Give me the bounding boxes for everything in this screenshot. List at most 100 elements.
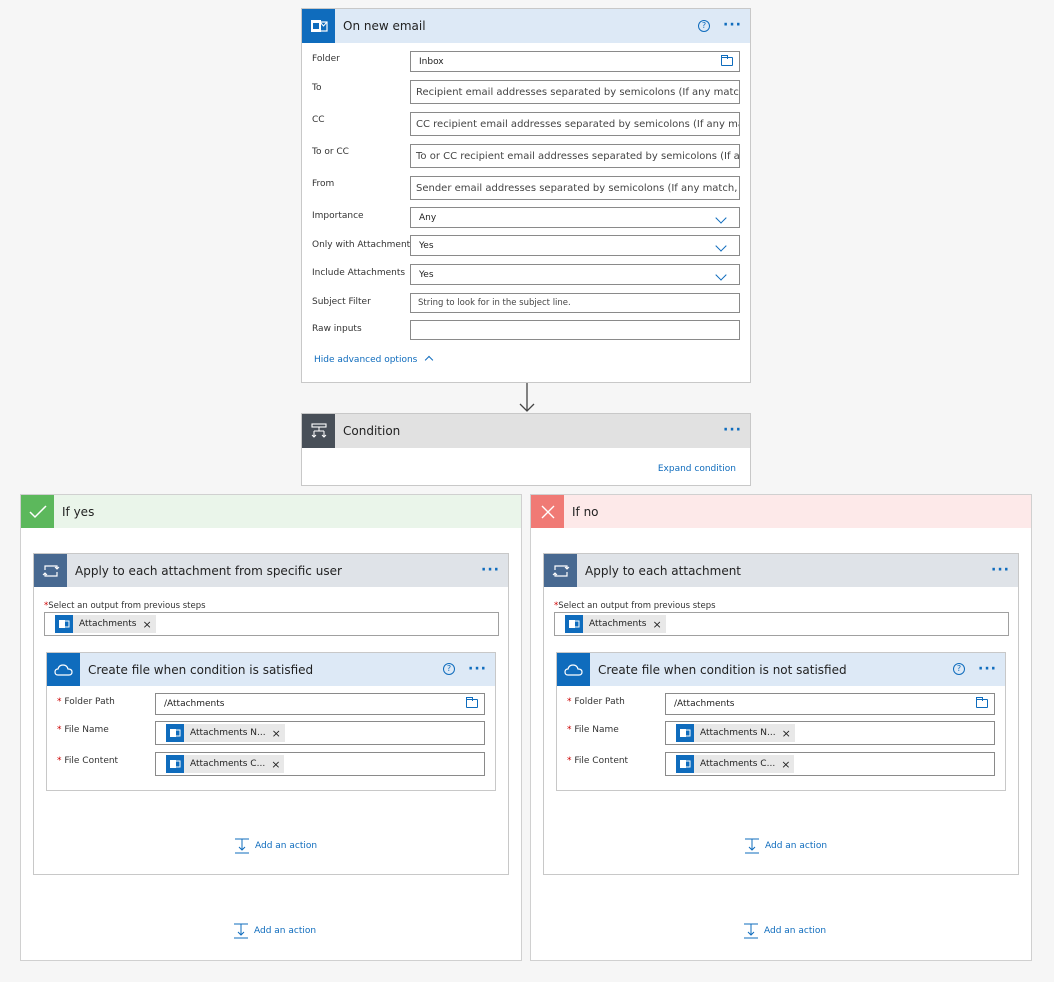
- folder-picker-icon[interactable]: [721, 55, 733, 66]
- file-name-text: File Name: [574, 725, 619, 735]
- only-attachments-value: Yes: [419, 240, 434, 251]
- only-attachments-label: Only with Attachments: [312, 240, 415, 250]
- more-options-icon[interactable]: ···: [991, 562, 1010, 578]
- no-branch-title: If no: [572, 504, 599, 519]
- remove-token-icon[interactable]: ×: [271, 758, 280, 771]
- only-attachments-dropdown[interactable]: Yes: [410, 235, 740, 256]
- raw-inputs-field[interactable]: [410, 320, 740, 340]
- yes-create-file-header[interactable]: Create file when condition is satisfied …: [47, 653, 495, 686]
- select-output-field[interactable]: Attachments ×: [44, 612, 499, 636]
- more-options-icon[interactable]: ···: [468, 661, 487, 677]
- outlook-icon: [166, 755, 184, 773]
- no-loop-title: Apply to each attachment: [585, 563, 742, 578]
- yes-create-file-title: Create file when condition is satisfied: [88, 662, 314, 677]
- folder-path-label: * Folder Path: [567, 697, 625, 707]
- remove-token-icon[interactable]: ×: [142, 618, 151, 631]
- folder-path-field[interactable]: /Attachments: [665, 693, 995, 715]
- folder-picker-icon[interactable]: [466, 697, 478, 708]
- loop-icon: [34, 554, 67, 587]
- folder-picker-icon[interactable]: [976, 697, 988, 708]
- file-name-label: * File Name: [567, 725, 619, 735]
- chevron-down-icon: [715, 240, 727, 252]
- trigger-header[interactable]: On new email ? ···: [302, 9, 750, 43]
- no-loop-header[interactable]: Apply to each attachment ···: [544, 554, 1018, 587]
- to-field[interactable]: Recipient email addresses separated by s…: [410, 80, 740, 104]
- cc-label: CC: [312, 115, 325, 125]
- attachments-token[interactable]: Attachments ×: [55, 615, 156, 633]
- add-action-label: Add an action: [765, 841, 828, 851]
- add-action-button[interactable]: Add an action: [743, 923, 826, 939]
- yes-loop-title: Apply to each attachment from specific u…: [75, 563, 342, 578]
- yes-loop-header[interactable]: Apply to each attachment from specific u…: [34, 554, 508, 587]
- from-field[interactable]: Sender email addresses separated by semi…: [410, 176, 740, 200]
- include-attachments-label: Include Attachments: [312, 268, 406, 278]
- yes-branch: If yes Apply to each attachment from spe…: [20, 494, 522, 961]
- include-attachments-dropdown[interactable]: Yes: [410, 264, 740, 285]
- add-action-button[interactable]: Add an action: [744, 838, 827, 854]
- file-content-token[interactable]: Attachments C... ×: [166, 755, 285, 773]
- remove-token-icon[interactable]: ×: [652, 618, 661, 631]
- add-action-icon: [234, 923, 248, 939]
- to-or-cc-label: To or CC: [312, 147, 349, 157]
- file-name-field[interactable]: Attachments N... ×: [155, 721, 485, 745]
- no-branch: If no Apply to each attachment ··· *Sele…: [530, 494, 1032, 961]
- remove-token-icon[interactable]: ×: [272, 727, 281, 740]
- folder-path-field[interactable]: /Attachments: [155, 693, 485, 715]
- add-action-button[interactable]: Add an action: [234, 838, 317, 854]
- no-create-file-header[interactable]: Create file when condition is not satisf…: [557, 653, 1005, 686]
- add-action-label: Add an action: [764, 926, 827, 936]
- attachments-token-label: Attachments: [589, 619, 647, 629]
- add-action-label: Add an action: [254, 926, 317, 936]
- hide-advanced-options-link[interactable]: Hide advanced options: [314, 355, 434, 365]
- file-name-token-label: Attachments N...: [190, 728, 266, 738]
- condition-header[interactable]: Condition ···: [302, 414, 750, 448]
- help-icon[interactable]: ?: [698, 20, 710, 32]
- checkmark-icon: [21, 495, 54, 528]
- more-options-icon[interactable]: ···: [723, 17, 742, 33]
- file-content-label: * File Content: [567, 756, 629, 766]
- folder-path-text: Folder Path: [64, 697, 115, 707]
- file-content-token[interactable]: Attachments C... ×: [676, 755, 795, 773]
- no-create-file-card: Create file when condition is not satisf…: [556, 652, 1006, 791]
- trigger-card: On new email ? ··· Folder Inbox To Recip…: [301, 8, 751, 383]
- select-output-label: *Select an output from previous steps: [44, 601, 206, 611]
- file-name-field[interactable]: Attachments N... ×: [665, 721, 995, 745]
- file-content-field[interactable]: Attachments C... ×: [155, 752, 485, 776]
- cc-field[interactable]: CC recipient email addresses separated b…: [410, 112, 740, 136]
- no-create-file-title: Create file when condition is not satisf…: [598, 662, 847, 677]
- add-action-label: Add an action: [255, 841, 318, 851]
- help-icon[interactable]: ?: [953, 663, 965, 675]
- expand-condition-link[interactable]: Expand condition: [658, 464, 736, 474]
- outlook-icon: [166, 724, 184, 742]
- more-options-icon[interactable]: ···: [978, 661, 997, 677]
- subject-filter-field[interactable]: String to look for in the subject line.: [410, 293, 740, 313]
- add-action-button[interactable]: Add an action: [233, 923, 316, 939]
- file-name-token-label: Attachments N...: [700, 728, 776, 738]
- arrow-down-icon: [519, 383, 535, 412]
- from-label: From: [312, 179, 335, 189]
- folder-label: Folder: [312, 54, 340, 64]
- to-or-cc-field[interactable]: To or CC recipient email addresses separ…: [410, 144, 740, 168]
- remove-token-icon[interactable]: ×: [782, 727, 791, 740]
- attachments-token[interactable]: Attachments ×: [565, 615, 666, 633]
- select-output-label: *Select an output from previous steps: [554, 601, 716, 611]
- folder-field[interactable]: Inbox: [410, 51, 740, 72]
- outlook-icon: [676, 755, 694, 773]
- select-output-text: Select an output from previous steps: [48, 601, 206, 611]
- select-output-field[interactable]: Attachments ×: [554, 612, 1009, 636]
- more-options-icon[interactable]: ···: [723, 422, 742, 438]
- remove-token-icon[interactable]: ×: [781, 758, 790, 771]
- select-output-text: Select an output from previous steps: [558, 601, 716, 611]
- outlook-icon: [55, 615, 73, 633]
- folder-path-value: /Attachments: [164, 699, 225, 709]
- file-content-field[interactable]: Attachments C... ×: [665, 752, 995, 776]
- file-name-token[interactable]: Attachments N... ×: [676, 724, 795, 742]
- importance-dropdown[interactable]: Any: [410, 207, 740, 228]
- outlook-icon: [676, 724, 694, 742]
- add-action-icon: [235, 838, 249, 854]
- file-name-token[interactable]: Attachments N... ×: [166, 724, 285, 742]
- help-icon[interactable]: ?: [443, 663, 455, 675]
- yes-create-file-card: Create file when condition is satisfied …: [46, 652, 496, 791]
- more-options-icon[interactable]: ···: [481, 562, 500, 578]
- no-branch-header: If no: [531, 495, 1031, 528]
